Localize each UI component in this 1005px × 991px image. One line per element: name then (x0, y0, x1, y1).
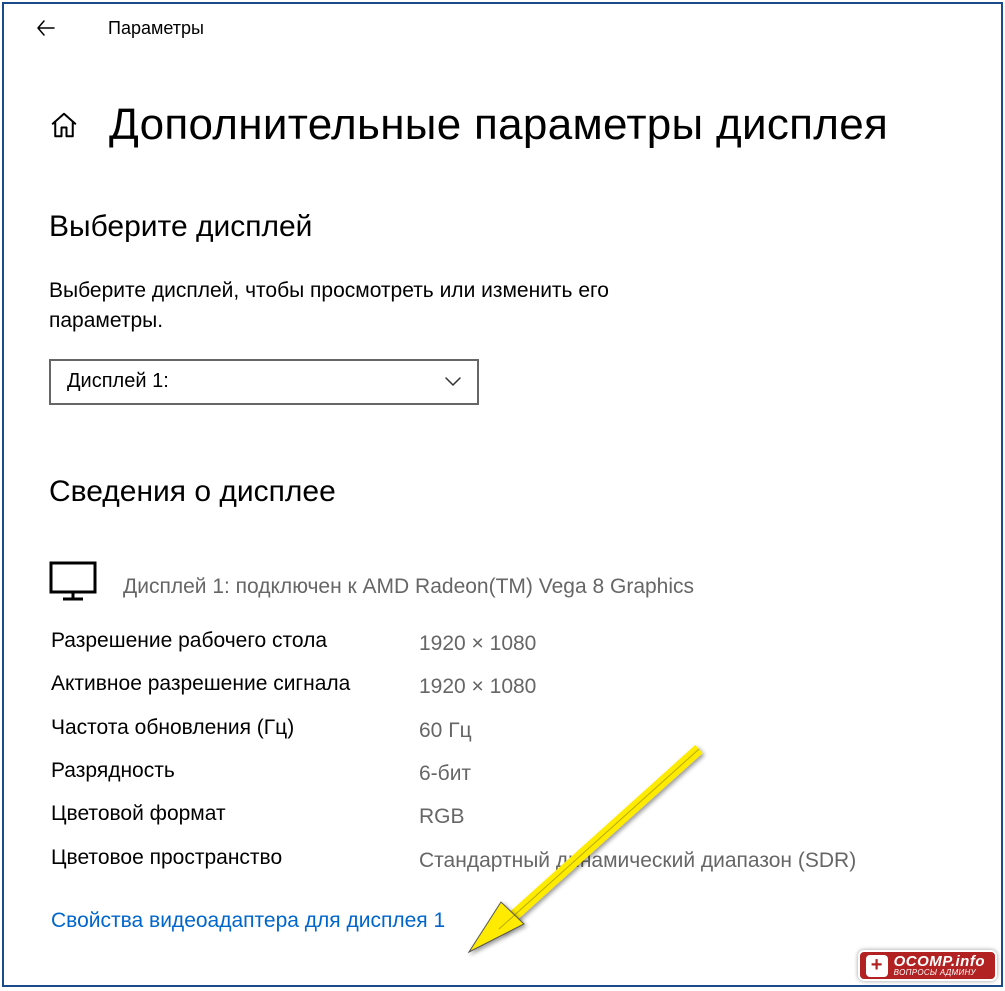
display-properties-table: Разрешение рабочего стола1920 × 1080Акти… (51, 629, 951, 875)
property-label: Разрядность (51, 759, 419, 783)
select-display-heading: Выберите дисплей (49, 210, 951, 244)
display-adapter-properties-link[interactable]: Свойства видеоадаптера для дисплея 1 (51, 909, 445, 933)
property-label: Активное разрешение сигнала (51, 672, 419, 696)
settings-window: Параметры Дополнительные параметры диспл… (2, 2, 1003, 987)
property-row: Разрешение рабочего стола1920 × 1080 (51, 629, 951, 658)
property-row: Цветовое пространствоСтандартный динамич… (51, 846, 951, 875)
page-title: Дополнительные параметры дисплея (109, 100, 888, 150)
home-icon (49, 110, 79, 140)
display-connected-text: Дисплей 1: подключен к AMD Radeon(TM) Ve… (123, 575, 694, 601)
property-label: Цветовое пространство (51, 846, 419, 870)
property-row: Разрядность6-бит (51, 759, 951, 788)
back-button[interactable] (34, 16, 58, 40)
dropdown-selected-value: Дисплей 1: (67, 370, 169, 393)
content-area: Дополнительные параметры дисплея Выберит… (4, 52, 1001, 933)
watermark-badge: + OCOMP.info ВОПРОСЫ АДМИНУ (858, 950, 997, 981)
property-label: Цветовой формат (51, 802, 419, 826)
watermark-main: OCOMP.info (894, 954, 985, 969)
display-info-section: Сведения о дисплее Дисплей 1: подключен … (49, 475, 951, 933)
titlebar-title: Параметры (108, 18, 204, 39)
select-display-description: Выберите дисплей, чтобы просмотреть или … (49, 276, 649, 337)
page-title-row: Дополнительные параметры дисплея (49, 100, 951, 150)
display-connected-row: Дисплей 1: подключен к AMD Radeon(TM) Ve… (49, 561, 951, 601)
property-value: 1920 × 1080 (419, 629, 536, 658)
property-value: 60 Гц (419, 716, 472, 745)
property-value: 6-бит (419, 759, 471, 788)
chevron-down-icon (445, 377, 461, 387)
property-row: Частота обновления (Гц)60 Гц (51, 716, 951, 745)
property-row: Активное разрешение сигнала1920 × 1080 (51, 672, 951, 701)
home-button[interactable] (49, 110, 79, 140)
watermark-sub: ВОПРОСЫ АДМИНУ (894, 969, 985, 977)
display-info-heading: Сведения о дисплее (49, 475, 951, 509)
plus-icon: + (866, 955, 888, 977)
display-selector-dropdown[interactable]: Дисплей 1: (49, 359, 479, 405)
monitor-icon (49, 561, 97, 601)
property-value: RGB (419, 802, 465, 831)
titlebar: Параметры (4, 4, 1001, 52)
property-value: 1920 × 1080 (419, 672, 536, 701)
watermark-text: OCOMP.info ВОПРОСЫ АДМИНУ (894, 954, 985, 977)
property-value: Стандартный динамический диапазон (SDR) (419, 846, 856, 875)
arrow-left-icon (34, 16, 58, 40)
property-row: Цветовой форматRGB (51, 802, 951, 831)
property-label: Частота обновления (Гц) (51, 716, 419, 740)
property-label: Разрешение рабочего стола (51, 629, 419, 653)
